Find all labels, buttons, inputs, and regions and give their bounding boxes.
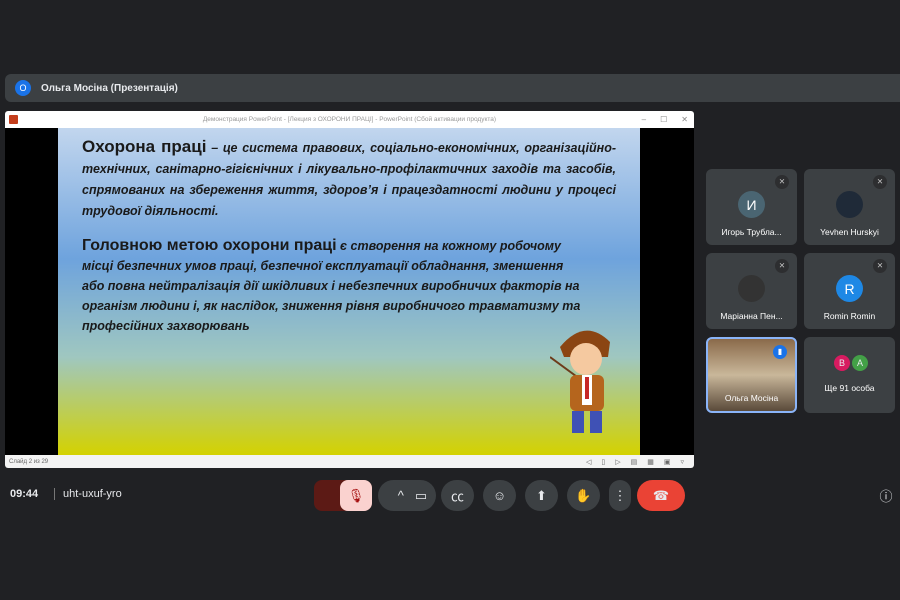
reading-view-icon[interactable]: ▣ [664, 458, 671, 466]
emoji-icon: ☺ [492, 488, 507, 503]
sorter-view-icon[interactable]: ▦ [647, 458, 654, 466]
mic-off-icon: ⨯ [775, 259, 789, 273]
captions-button[interactable]: ㏄ [441, 480, 474, 511]
participant-name: Romin Romin [823, 311, 876, 321]
more-options-button[interactable]: ⋮ [609, 480, 631, 511]
shared-screen: Демонстрация PowerPoint - [Лекция з ОХОР… [5, 111, 694, 468]
presenter-title: Ольга Мосіна (Презентація) [41, 82, 178, 94]
captions-icon: ㏄ [450, 489, 464, 504]
window-title: Демонстрация PowerPoint - [Лекция з ОХОР… [202, 116, 497, 123]
next-icon[interactable]: ▷ [615, 458, 620, 466]
normal-view-icon[interactable]: ▤ [631, 458, 638, 466]
menu-icon[interactable]: ▯ [601, 458, 605, 466]
present-button[interactable]: ⬆ [525, 480, 558, 511]
more-count: Ще 91 особа [824, 383, 875, 393]
participant-name: Yevhen Hurskyi [820, 227, 879, 237]
participant-tile-speaking[interactable]: ▮ Ольга Мосіна [706, 337, 797, 413]
reactions-button[interactable]: ☺ [483, 480, 516, 511]
slide-counter: Слайд 2 из 29 [9, 458, 49, 465]
slide-paragraph-2: Головною метою охорони праці є створення… [82, 237, 581, 333]
speaking-icon: ▮ [773, 345, 787, 359]
presenter-bar: О Ольга Мосіна (Презентація) [5, 74, 900, 102]
participant-tile[interactable]: ⨯ Yevhen Hurskyi [804, 169, 895, 245]
avatar-photo [738, 275, 765, 302]
prev-icon[interactable]: ◁ [586, 458, 591, 466]
maximize-icon: ☐ [660, 115, 668, 124]
teacher-illustration [550, 330, 610, 433]
ppt-titlebar: Демонстрация PowerPoint - [Лекция з ОХОР… [5, 111, 694, 128]
close-icon: ✕ [681, 115, 688, 124]
minimize-icon: – [641, 115, 647, 124]
avatar-photo [836, 191, 863, 218]
end-call-button[interactable]: ☎ [637, 480, 685, 511]
mic-off-icon: ⨯ [873, 175, 887, 189]
participant-name: Маріанна Пен... [720, 311, 783, 321]
more-participants-tile[interactable]: B A Ще 91 особа [804, 337, 895, 413]
ppt-statusbar: Слайд 2 из 29 ◁ ▯ ▷ ▤ ▦ ▣ ▿ [5, 455, 694, 468]
participant-tile[interactable]: ⨯ И Игорь Трубла... [706, 169, 797, 245]
chevron-up-icon: ^ [397, 488, 404, 503]
hangup-icon: ☎ [652, 487, 670, 503]
camera-icon[interactable]: ▭ [415, 488, 427, 504]
slide-paragraph-1: Охорона праці – це система правових, соц… [82, 137, 616, 218]
slideshow-icon[interactable]: ▿ [680, 458, 684, 466]
mic-off-icon: ⨯ [873, 259, 887, 273]
presenter-avatar: О [15, 80, 31, 96]
mic-off-icon: ⨯ [775, 175, 789, 189]
meeting-info-button[interactable]: ⓘ [876, 480, 896, 511]
hand-icon: ✋ [575, 487, 592, 503]
raise-hand-button[interactable]: ✋ [567, 480, 600, 511]
avatar: A [852, 355, 868, 371]
participant-tile[interactable]: ⨯ Маріанна Пен... [706, 253, 797, 329]
camera-options-button[interactable]: ^ ▭ [378, 480, 436, 511]
present-icon: ⬆ [536, 487, 547, 503]
participant-name: Ольга Мосіна [724, 393, 779, 403]
mic-off-icon: 🎙 [347, 487, 365, 503]
control-bar: 09:44 uht-uxuf-yro ^ 🎙 ^▭ ㏄ ☺ ⬆ ✋ ⋮ ☎ ⓘ [0, 480, 900, 511]
info-icon: ⓘ [879, 489, 893, 504]
slide: Охорона праці – це система правових, соц… [58, 128, 640, 455]
more-vert-icon: ⋮ [613, 487, 627, 503]
avatar: B [834, 355, 850, 371]
avatar: R [836, 275, 863, 302]
participant-name: Игорь Трубла... [721, 227, 782, 237]
avatar: И [738, 191, 765, 218]
participant-tile[interactable]: ⨯ R Romin Romin [804, 253, 895, 329]
meeting-code: uht-uxuf-yro [54, 488, 122, 500]
mic-toggle-button[interactable]: 🎙 [340, 480, 372, 511]
clock: 09:44 [10, 488, 39, 500]
